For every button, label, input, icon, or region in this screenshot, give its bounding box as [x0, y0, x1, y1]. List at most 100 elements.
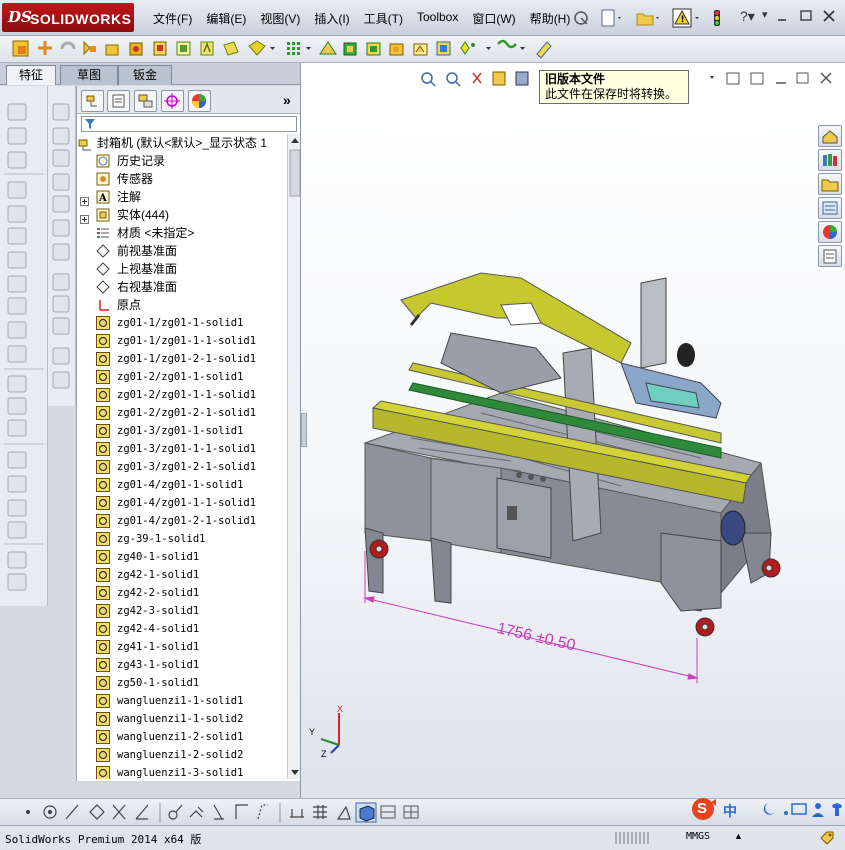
traffic-light-icon[interactable] [710, 9, 724, 30]
menu-view[interactable]: 视图(V) [253, 8, 307, 28]
expand-plus-icon[interactable] [80, 193, 94, 207]
tree-item-body-label: zg01-2/zg01-1-1-solid1 [117, 389, 257, 401]
menu-window[interactable]: 窗口(W) [465, 8, 522, 28]
menu-toolbox[interactable]: Toolbox [410, 8, 465, 28]
display-manager-tab[interactable] [188, 90, 211, 112]
tree-item-body[interactable]: wangluenzi1-1-solid1 [77, 692, 287, 710]
design-library-icon[interactable] [818, 149, 842, 171]
tree-item-origin[interactable]: 原点 [77, 296, 287, 314]
tree-item-plane[interactable]: 右视基准面 [77, 278, 287, 296]
solid-body-icon [96, 694, 110, 708]
solid-body-icon [96, 406, 110, 420]
tree-item-body[interactable]: wangluenzi1-3-solid1 [77, 764, 287, 779]
unit-system-dropdown-icon[interactable]: ▲ [734, 831, 743, 841]
origin-icon [96, 298, 110, 312]
case-sealer-model[interactable] [301, 63, 845, 798]
tree-item-body[interactable]: zg01-3/zg01-1-solid1 [77, 422, 287, 440]
tree-item-solid-bodies[interactable]: 实体(444) [77, 206, 287, 224]
open-folder-icon[interactable] [636, 9, 662, 30]
feature-manager-panel: » 封箱机 (默认<默认>_显示状态 1 历史记录传感器 A 注解 实体(444) 材质 … [76, 86, 301, 781]
expand-chevron-icon[interactable]: » [283, 92, 291, 108]
expand-plus-icon[interactable] [80, 211, 94, 225]
menu-help[interactable]: 帮助(H) [523, 8, 578, 28]
tree-item-body[interactable]: wangluenzi1-1-solid2 [77, 710, 287, 728]
property-manager-tab[interactable] [107, 90, 130, 112]
new-document-icon[interactable] [600, 9, 624, 30]
tree-item-body[interactable]: zg01-2/zg01-1-solid1 [77, 368, 287, 386]
tree-item-body[interactable]: zg42-1-solid1 [77, 566, 287, 584]
tree-item-body-label: wangluenzi1-2-solid2 [117, 749, 244, 761]
solid-body-icon [96, 514, 110, 528]
help-icon[interactable]: ?▾ [740, 8, 755, 25]
tree-item-sensor[interactable]: 传感器 [77, 170, 287, 188]
home-icon[interactable] [818, 125, 842, 147]
tree-item-body-label: wangluenzi1-3-solid1 [117, 767, 244, 779]
tree-item-body[interactable]: zg42-4-solid1 [77, 620, 287, 638]
tab-sheet-metal[interactable]: 钣金 [118, 65, 172, 85]
tag-icon[interactable] [818, 829, 836, 847]
tree-item-body[interactable]: zg01-1/zg01-1-1-solid1 [77, 332, 287, 350]
tree-item-body[interactable]: zg01-1/zg01-1-solid1 [77, 314, 287, 332]
tree-item-history[interactable]: 历史记录 [77, 152, 287, 170]
tree-item-body[interactable]: zg-39-1-solid1 [77, 530, 287, 548]
solidworks-logo[interactable]: DS SOLIDWORKS [2, 3, 134, 32]
rebuild-warning-icon[interactable]: ! [672, 8, 702, 31]
menu-tools[interactable]: 工具(T) [357, 8, 410, 28]
solid-body-icon [96, 442, 110, 456]
options-dropdown-icon[interactable]: ▾ [762, 8, 768, 21]
dimxpert-manager-tab[interactable] [161, 90, 184, 112]
tree-item-plane[interactable]: 上视基准面 [77, 260, 287, 278]
solid-body-icon [96, 604, 110, 618]
tree-item-body[interactable]: zg01-4/zg01-1-1-solid1 [77, 494, 287, 512]
tree-root-assembly[interactable]: 封箱机 (默认<默认>_显示状态 1 [77, 134, 287, 152]
solid-body-icon [96, 370, 110, 384]
tree-item-body[interactable]: zg01-2/zg01-2-1-solid1 [77, 404, 287, 422]
graphics-area[interactable]: 1756 ±0.50 X Y Z [300, 63, 845, 798]
menu-file[interactable]: 文件(F) [146, 8, 199, 28]
solid-body-icon [96, 424, 110, 438]
file-explorer-icon[interactable] [818, 173, 842, 195]
tree-item-plane[interactable]: 前视基准面 [77, 242, 287, 260]
tree-item-body[interactable]: zg41-1-solid1 [77, 638, 287, 656]
tree-item-body-label: zg01-1/zg01-1-1-solid1 [117, 335, 257, 347]
tree-item-body[interactable]: zg01-2/zg01-1-1-solid1 [77, 386, 287, 404]
ime-toolbar[interactable]: S 中 [690, 797, 845, 823]
feature-tree-tab[interactable] [81, 90, 104, 112]
restore-icon[interactable] [799, 9, 813, 26]
view-palette-icon[interactable] [818, 197, 842, 219]
panel-collapse-handle[interactable] [301, 413, 307, 447]
tree-item-body[interactable]: zg01-1/zg01-2-1-solid1 [77, 350, 287, 368]
tree-scrollbar[interactable] [287, 134, 301, 779]
tree-item-body[interactable]: zg01-4/zg01-2-1-solid1 [77, 512, 287, 530]
filter-field[interactable] [81, 116, 297, 132]
tree-item-material[interactable]: 材质 <未指定> [77, 224, 287, 242]
close-icon[interactable] [822, 9, 836, 26]
tree-item-body[interactable]: zg40-1-solid1 [77, 548, 287, 566]
solid-body-icon [96, 568, 110, 582]
tab-features[interactable]: 特征 [6, 65, 56, 85]
ime-language[interactable]: 中 [723, 801, 737, 821]
minimize-icon[interactable] [776, 10, 788, 25]
tree-item-body[interactable]: zg01-3/zg01-1-1-solid1 [77, 440, 287, 458]
menu-insert[interactable]: 插入(I) [307, 8, 356, 28]
tab-sketch[interactable]: 草图 [60, 65, 118, 85]
configuration-manager-tab[interactable] [134, 90, 157, 112]
tree-item-body[interactable]: zg43-1-solid1 [77, 656, 287, 674]
tree-item-body[interactable]: zg42-2-solid1 [77, 584, 287, 602]
tree-item-body[interactable]: wangluenzi1-2-solid2 [77, 746, 287, 764]
tree-item-body[interactable]: wangluenzi1-2-solid1 [77, 728, 287, 746]
tree-item-history-label: 历史记录 [117, 154, 166, 168]
custom-properties-icon[interactable] [818, 245, 842, 267]
tree-item-annotation[interactable]: A 注解 [77, 188, 287, 206]
plane-icon [96, 244, 110, 258]
unit-system[interactable]: MMGS [686, 831, 710, 842]
feature-command-strip-2 [48, 86, 76, 406]
pin-icon[interactable] [572, 9, 590, 30]
menu-edit[interactable]: 编辑(E) [199, 8, 253, 28]
tree-item-body[interactable]: zg01-3/zg01-2-1-solid1 [77, 458, 287, 476]
tree-item-body[interactable]: zg42-3-solid1 [77, 602, 287, 620]
appearances-icon[interactable] [818, 221, 842, 243]
tree-item-body-label: zg01-3/zg01-2-1-solid1 [117, 461, 257, 473]
tree-item-body[interactable]: zg50-1-solid1 [77, 674, 287, 692]
tree-item-body[interactable]: zg01-4/zg01-1-solid1 [77, 476, 287, 494]
